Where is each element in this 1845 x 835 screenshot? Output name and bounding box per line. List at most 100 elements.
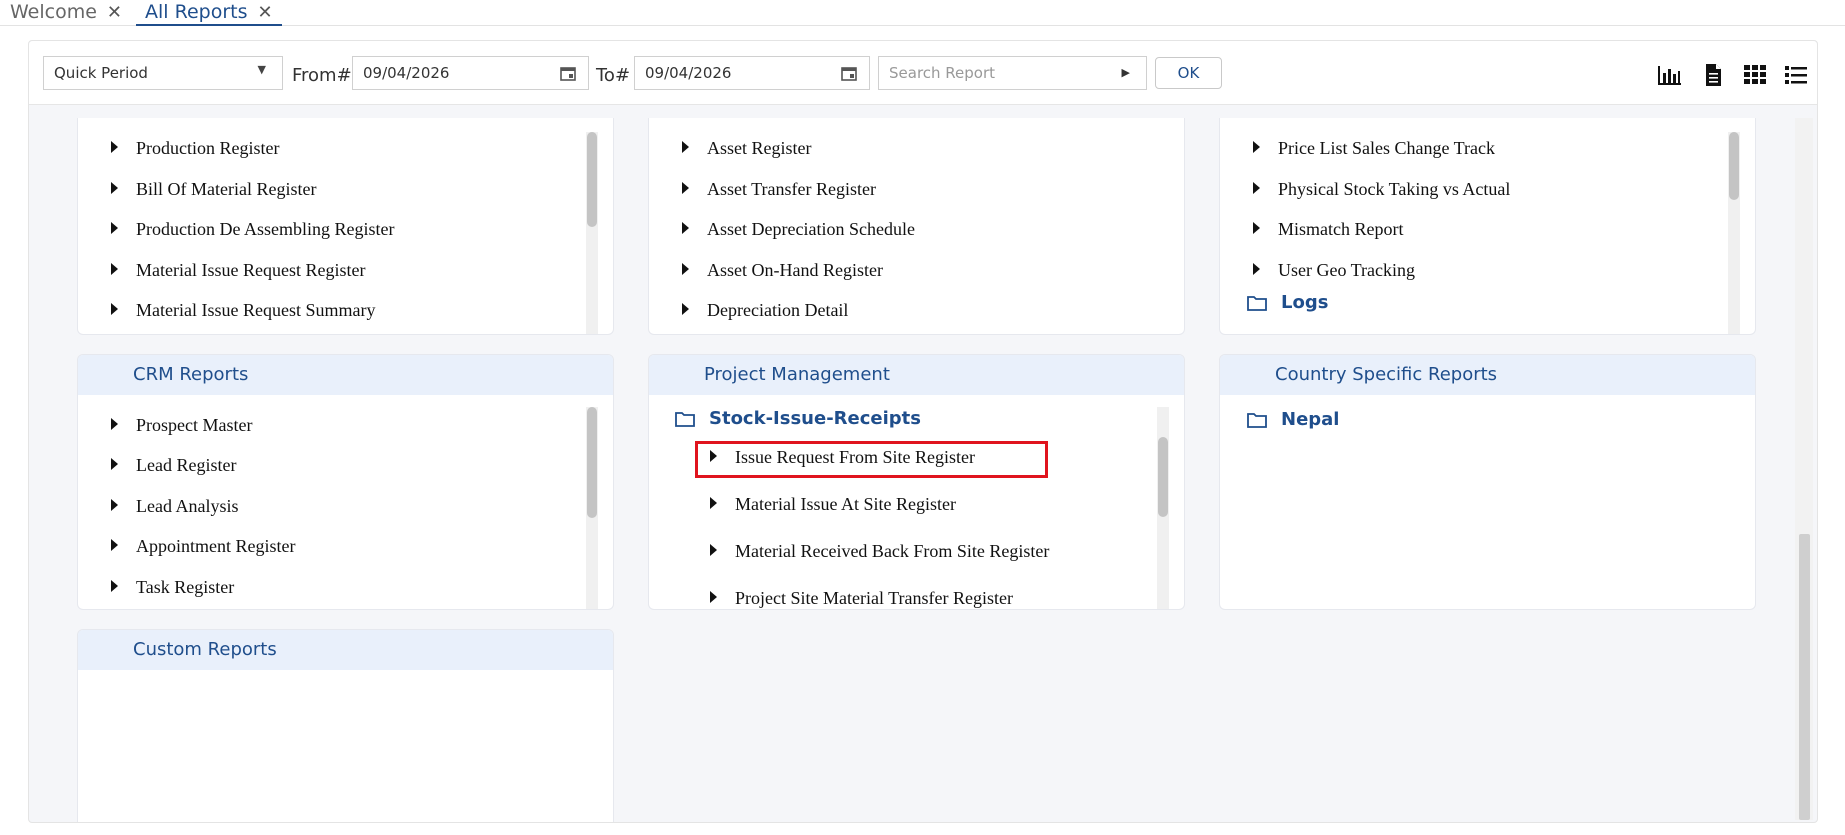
caret-right-icon[interactable]: ▶ bbox=[1122, 57, 1130, 89]
caret-right-icon bbox=[111, 303, 118, 315]
card-scrollbar[interactable] bbox=[586, 132, 598, 334]
caret-right-icon bbox=[682, 263, 689, 275]
tab-welcome[interactable]: Welcome ✕ bbox=[10, 0, 122, 26]
to-date-value: 09/04/2026 bbox=[645, 64, 732, 82]
report-item[interactable]: Depreciation Detail bbox=[682, 300, 848, 321]
report-item[interactable]: Material Issue Request Summary bbox=[111, 300, 375, 321]
crm-reports-card: CRM Reports Prospect Master Lead Registe… bbox=[77, 354, 614, 610]
caret-right-icon bbox=[682, 303, 689, 315]
calendar-icon[interactable] bbox=[841, 65, 857, 81]
production-reports-card: Production Register Bill Of Material Reg… bbox=[77, 118, 614, 335]
calendar-icon[interactable] bbox=[560, 65, 576, 81]
report-item[interactable]: Lead Analysis bbox=[111, 496, 238, 517]
to-date-field[interactable]: 09/04/2026 bbox=[634, 56, 870, 90]
report-item[interactable]: Asset Depreciation Schedule bbox=[682, 219, 915, 240]
country-specific-card: Country Specific Reports Nepal bbox=[1219, 354, 1756, 610]
card-title: Custom Reports bbox=[78, 630, 613, 670]
caret-right-icon bbox=[111, 580, 118, 592]
reports-grid: Production Register Bill Of Material Reg… bbox=[29, 118, 1791, 822]
page-scrollbar[interactable] bbox=[1795, 118, 1813, 820]
card-scrollbar[interactable] bbox=[586, 407, 598, 609]
report-item[interactable]: Asset Transfer Register bbox=[682, 179, 876, 200]
inventory-reports-card: Price List Sales Change Track Physical S… bbox=[1219, 118, 1756, 335]
report-item[interactable]: Material Issue Request Register bbox=[111, 260, 365, 281]
close-icon[interactable]: ✕ bbox=[107, 2, 122, 23]
filter-toolbar: Quick Period ▼ From# 09/04/2026 To# 09/0… bbox=[29, 41, 1817, 105]
folder-icon bbox=[1247, 413, 1267, 428]
report-item[interactable]: Appointment Register bbox=[111, 536, 295, 557]
close-icon[interactable]: ✕ bbox=[257, 2, 272, 23]
caret-right-icon bbox=[111, 222, 118, 234]
report-item[interactable]: Mismatch Report bbox=[1253, 219, 1403, 240]
card-title: Project Management bbox=[649, 355, 1184, 395]
project-management-card: Project Management Stock-Issue-Receipts … bbox=[648, 354, 1185, 610]
quick-period-select[interactable]: Quick Period ▼ bbox=[43, 56, 283, 90]
report-item[interactable]: Physical Stock Taking vs Actual bbox=[1253, 179, 1510, 200]
list-icon[interactable] bbox=[1783, 63, 1809, 87]
grid-icon[interactable] bbox=[1742, 63, 1768, 87]
caret-right-icon bbox=[111, 141, 118, 153]
selection-highlight bbox=[695, 441, 1048, 478]
report-item[interactable]: Prospect Master bbox=[111, 415, 252, 436]
caret-right-icon bbox=[111, 418, 118, 430]
from-date-field[interactable]: 09/04/2026 bbox=[352, 56, 589, 90]
report-item[interactable]: Asset On-Hand Register bbox=[682, 260, 883, 281]
card-title: Country Specific Reports bbox=[1220, 355, 1755, 395]
scroll-thumb[interactable] bbox=[587, 407, 597, 518]
search-placeholder: Search Report bbox=[889, 64, 996, 82]
scroll-thumb[interactable] bbox=[1729, 132, 1739, 200]
card-title: CRM Reports bbox=[78, 355, 613, 395]
report-item[interactable]: Lead Register bbox=[111, 455, 236, 476]
to-label: To# bbox=[596, 65, 631, 86]
ok-button[interactable]: OK bbox=[1155, 57, 1222, 89]
folder-icon bbox=[675, 412, 695, 427]
caret-right-icon bbox=[682, 182, 689, 194]
caret-right-icon bbox=[111, 182, 118, 194]
caret-right-icon bbox=[1253, 141, 1260, 153]
caret-right-icon bbox=[111, 458, 118, 470]
report-item[interactable]: User Geo Tracking bbox=[1253, 260, 1415, 281]
report-item[interactable]: Bill Of Material Register bbox=[111, 179, 316, 200]
report-item[interactable]: Material Issue At Site Register bbox=[710, 494, 956, 515]
reports-panel: Quick Period ▼ From# 09/04/2026 To# 09/0… bbox=[28, 40, 1818, 823]
tab-label: All Reports bbox=[145, 1, 248, 23]
caret-right-icon bbox=[710, 591, 717, 603]
report-item[interactable]: Asset Register bbox=[682, 138, 811, 159]
caret-right-icon bbox=[710, 544, 717, 556]
quick-period-value: Quick Period bbox=[54, 64, 148, 82]
caret-right-icon bbox=[682, 141, 689, 153]
bar-chart-icon[interactable] bbox=[1657, 63, 1683, 87]
caret-right-icon bbox=[111, 539, 118, 551]
folder-stock-issue-receipts[interactable]: Stock-Issue-Receipts bbox=[675, 408, 921, 429]
report-item[interactable]: Project Site Material Transfer Register bbox=[710, 588, 1013, 609]
chevron-down-icon: ▼ bbox=[257, 63, 266, 76]
custom-reports-card: Custom Reports bbox=[77, 629, 614, 822]
report-item[interactable]: Production Register bbox=[111, 138, 279, 159]
report-item[interactable]: Production De Assembling Register bbox=[111, 219, 394, 240]
tab-bar: Welcome ✕ All Reports ✕ bbox=[0, 0, 1845, 26]
card-scrollbar[interactable] bbox=[1728, 132, 1740, 334]
asset-reports-card: Asset Register Asset Transfer Register A… bbox=[648, 118, 1185, 335]
report-item[interactable]: Price List Sales Change Track bbox=[1253, 138, 1495, 159]
scroll-thumb[interactable] bbox=[1799, 534, 1810, 820]
scroll-thumb[interactable] bbox=[1158, 437, 1168, 517]
report-item[interactable]: Material Received Back From Site Registe… bbox=[710, 541, 1049, 562]
document-icon[interactable] bbox=[1700, 63, 1726, 87]
card-scrollbar[interactable] bbox=[1157, 407, 1169, 609]
caret-right-icon bbox=[1253, 182, 1260, 194]
scroll-thumb[interactable] bbox=[587, 132, 597, 227]
report-item[interactable]: Task Register bbox=[111, 577, 234, 598]
caret-right-icon bbox=[111, 263, 118, 275]
tab-all-reports[interactable]: All Reports ✕ bbox=[136, 0, 282, 26]
search-report-input[interactable]: Search Report ▶ bbox=[878, 56, 1147, 90]
folder-icon bbox=[1247, 296, 1267, 311]
from-date-value: 09/04/2026 bbox=[363, 64, 450, 82]
tab-label: Welcome bbox=[10, 1, 97, 23]
caret-right-icon bbox=[682, 222, 689, 234]
folder-nepal[interactable]: Nepal bbox=[1247, 409, 1339, 430]
caret-right-icon bbox=[1253, 263, 1260, 275]
from-label: From# bbox=[292, 65, 352, 86]
caret-right-icon bbox=[710, 497, 717, 509]
caret-right-icon bbox=[1253, 222, 1260, 234]
folder-logs[interactable]: Logs bbox=[1247, 292, 1328, 313]
